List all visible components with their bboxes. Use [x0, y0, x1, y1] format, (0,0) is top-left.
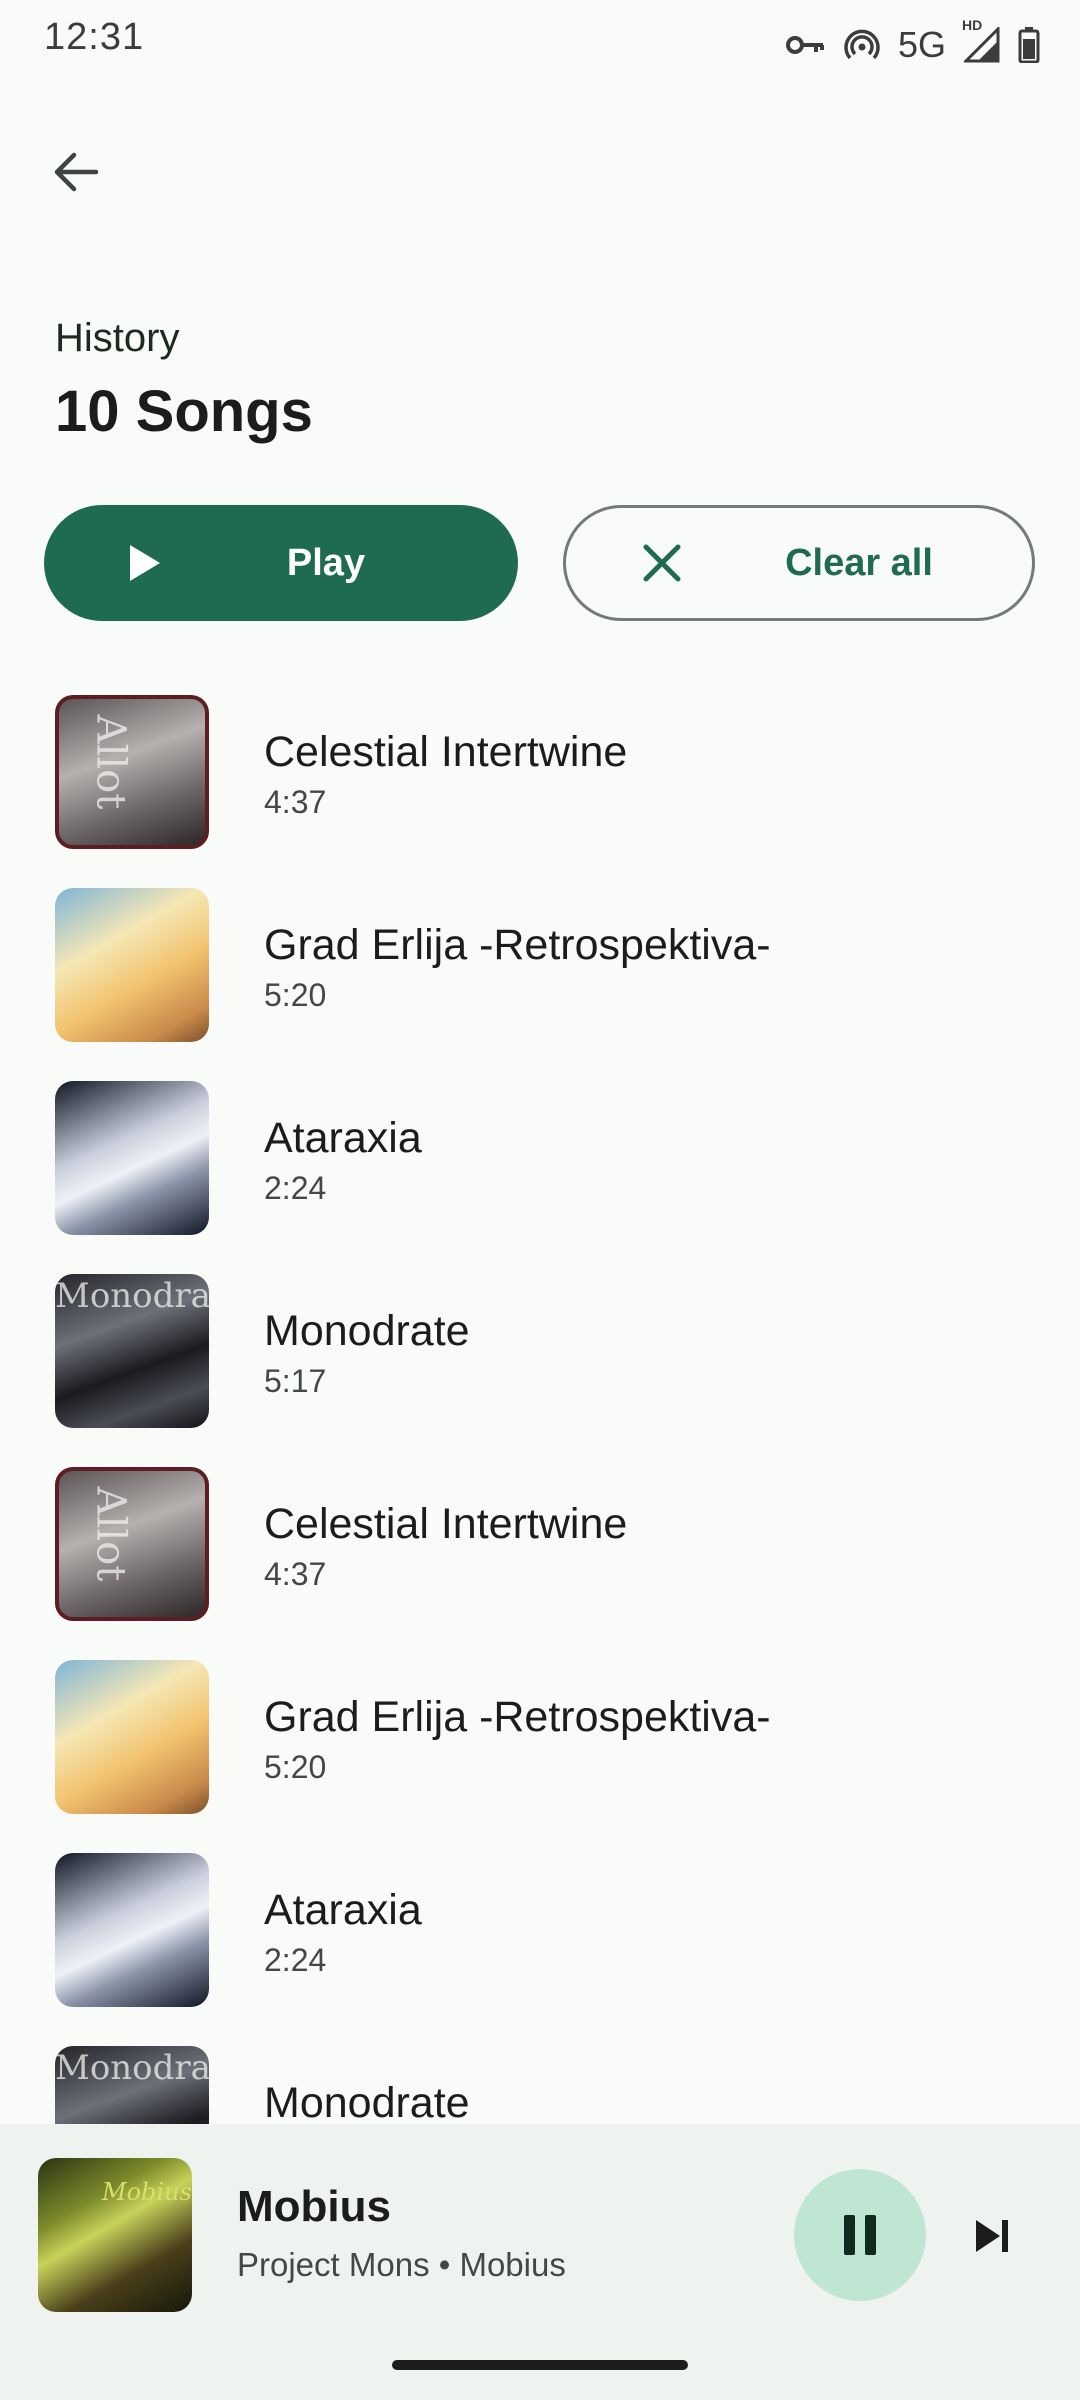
status-bar: 12:31 5G HD — [0, 0, 1080, 84]
skip-next-button[interactable] — [960, 2204, 1024, 2268]
song-duration: 4:37 — [264, 1556, 327, 1592]
album-art: Monodrate — [55, 2046, 209, 2124]
network-type: 5G — [897, 24, 946, 65]
song-row[interactable]: Ataraxia 2:24 — [0, 1066, 1080, 1259]
song-title: Grad Erlija -Retrospektiva- — [264, 921, 771, 969]
home-indicator[interactable] — [392, 2360, 688, 2370]
album-art-lettering: Monodrate — [55, 2048, 209, 2088]
page-title: 10 Songs — [55, 379, 313, 444]
song-row[interactable]: Monodrate Monodrate — [0, 2031, 1080, 2124]
hotspot-icon — [844, 27, 880, 63]
page-subtitle: History — [55, 316, 180, 360]
song-title: Ataraxia — [264, 1886, 422, 1934]
song-title: Grad Erlija -Retrospektiva- — [264, 1693, 771, 1741]
album-art-lettering: Monodrate — [55, 1276, 209, 1316]
album-art-lettering: Mobius — [102, 2178, 192, 2206]
status-icons: 5G HD — [785, 17, 1040, 68]
song-row[interactable]: Allot Celestial Intertwine 4:37 — [0, 680, 1080, 873]
album-art: Allot — [55, 695, 209, 849]
album-art-lettering: Allot — [87, 714, 134, 810]
song-row[interactable]: Grad Erlija -Retrospektiva- 5:20 — [0, 1645, 1080, 1838]
song-row[interactable]: Ataraxia 2:24 — [0, 1838, 1080, 2031]
song-list[interactable]: Allot Celestial Intertwine 4:37 Grad Erl… — [0, 680, 1080, 2124]
now-playing-title: Mobius — [237, 2182, 391, 2231]
album-art — [55, 1081, 209, 1235]
skip-next-icon — [976, 2220, 1008, 2252]
now-playing-subtitle: Project Mons • Mobius — [237, 2246, 566, 2283]
now-playing-art: Mobius — [38, 2158, 192, 2312]
album-art — [55, 1660, 209, 1814]
network-label: 5G — [898, 24, 946, 66]
vpn-key-icon — [785, 33, 826, 57]
song-title: Monodrate — [264, 1307, 470, 1355]
album-art — [55, 1853, 209, 2007]
mini-player[interactable]: Mobius Mobius Project Mons • Mobius — [0, 2124, 1080, 2400]
status-time: 12:31 — [44, 16, 145, 58]
song-duration: 5:20 — [264, 1749, 327, 1785]
clear-all-label: Clear all — [785, 541, 933, 584]
song-row[interactable]: Allot Celestial Intertwine 4:37 — [0, 1452, 1080, 1645]
signal-icon: HD — [962, 17, 1000, 63]
play-button-label: Play — [286, 541, 366, 584]
play-button[interactable]: Play — [44, 505, 518, 621]
album-art: Monodrate — [55, 1274, 209, 1428]
pause-button[interactable] — [794, 2169, 926, 2301]
back-button[interactable] — [44, 140, 108, 204]
album-art-lettering: Allot — [87, 1486, 134, 1582]
song-duration: 2:24 — [264, 1942, 327, 1978]
song-duration: 5:17 — [264, 1363, 327, 1399]
arrow-back-icon — [54, 152, 99, 192]
song-duration: 2:24 — [264, 1170, 327, 1206]
song-row[interactable]: Grad Erlija -Retrospektiva- 5:20 — [0, 873, 1080, 1066]
song-title: Celestial Intertwine — [264, 728, 628, 776]
song-duration: 5:20 — [264, 977, 327, 1013]
song-row[interactable]: Monodrate Monodrate 5:17 — [0, 1259, 1080, 1452]
song-title: Celestial Intertwine — [264, 1500, 628, 1548]
album-art — [55, 888, 209, 1042]
hd-badge: HD — [962, 17, 983, 33]
album-art: Allot — [55, 1467, 209, 1621]
song-title: Ataraxia — [264, 1114, 422, 1162]
pause-icon — [844, 2215, 876, 2255]
app-screen: 12:31 5G HD History 10 Songs Play Clear … — [0, 0, 1080, 2400]
battery-icon — [1018, 27, 1040, 63]
song-duration: 4:37 — [264, 784, 327, 820]
song-title: Monodrate — [264, 2079, 470, 2124]
clear-all-button[interactable]: Clear all — [563, 505, 1035, 621]
